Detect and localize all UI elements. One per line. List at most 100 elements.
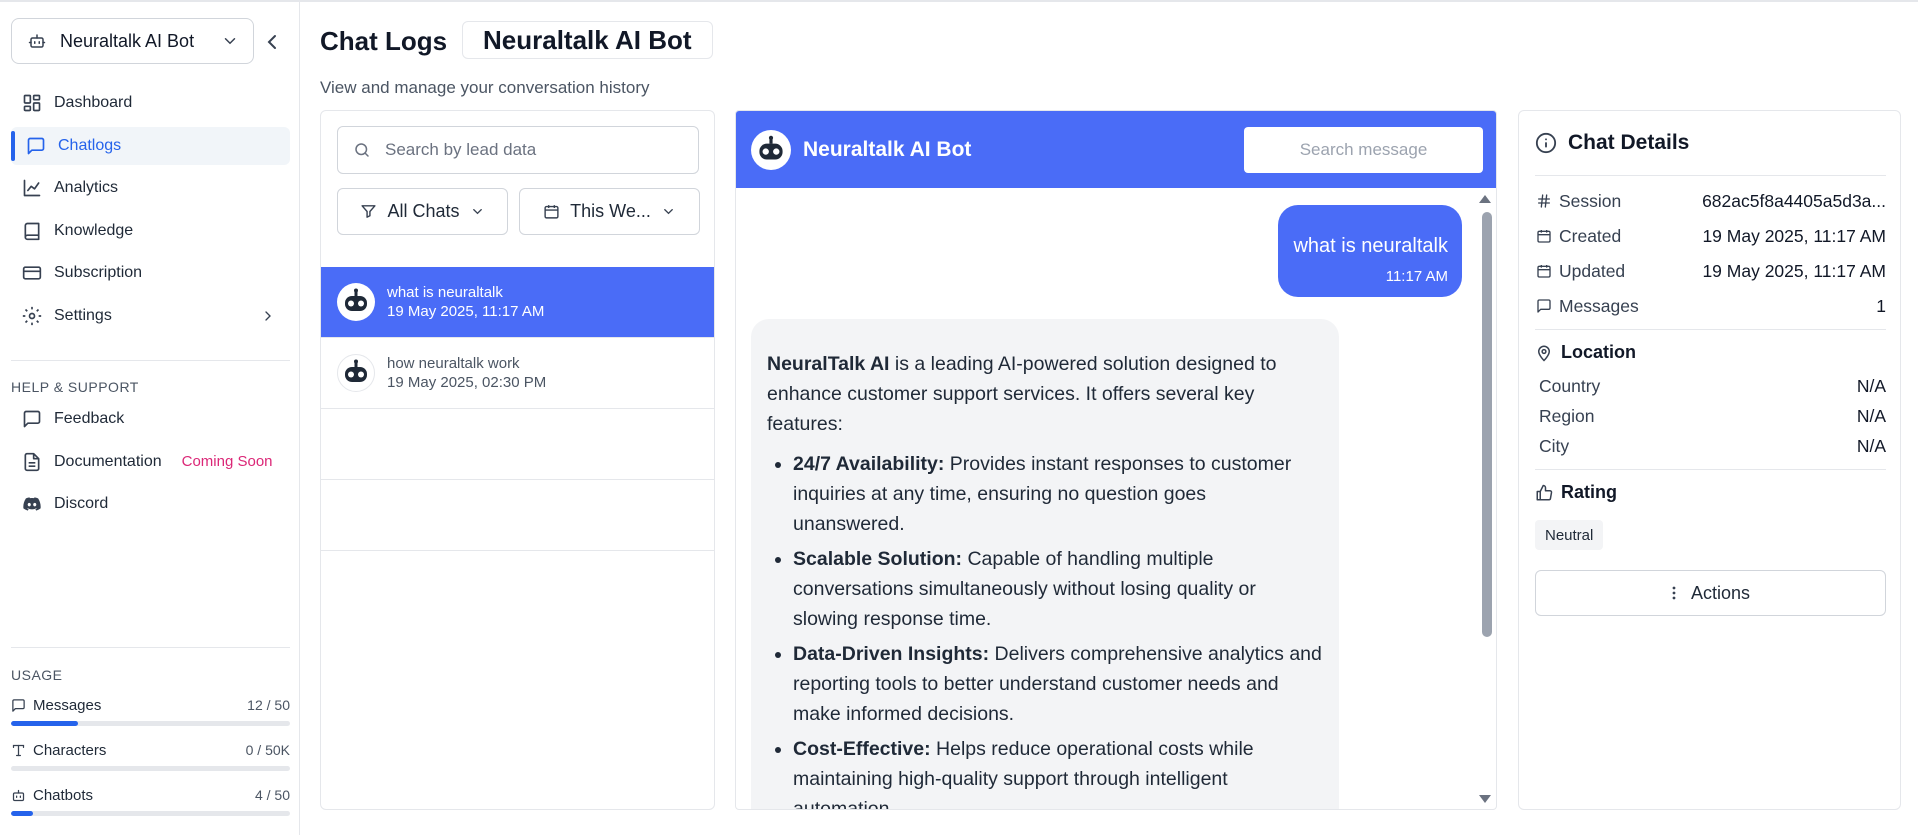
nav-item-subscription[interactable]: Subscription bbox=[11, 254, 290, 292]
usage-stats: Messages 12 / 50 Characters 0 / 50K Chat… bbox=[11, 695, 290, 830]
nav-item-documentation[interactable]: Documentation Coming Soon bbox=[11, 443, 290, 481]
detail-row-updated: Updated 19 May 2025, 11:17 AM bbox=[1535, 259, 1886, 283]
bot-avatar bbox=[337, 283, 375, 321]
help-nav: Feedback Documentation Coming Soon Disco… bbox=[11, 400, 290, 528]
collapse-sidebar-button[interactable] bbox=[262, 30, 282, 54]
messages-count: 1 bbox=[1876, 295, 1886, 316]
rating-title: Rating bbox=[1561, 482, 1617, 502]
detail-row-messages: Messages 1 bbox=[1535, 294, 1886, 318]
conversation-header: Neuraltalk AI Bot bbox=[736, 111, 1496, 188]
nav-item-chatlogs[interactable]: Chatlogs bbox=[11, 126, 290, 165]
actions-label: Actions bbox=[1690, 582, 1751, 603]
bot-avatar bbox=[337, 354, 375, 392]
details-header: Chat Details bbox=[1535, 131, 1689, 155]
type-icon bbox=[11, 743, 29, 758]
bot-avatar bbox=[751, 129, 791, 170]
filter-icon bbox=[360, 203, 377, 220]
nav-label: Feedback bbox=[54, 410, 125, 427]
feature-title: Data-Driven Insights: bbox=[793, 643, 990, 665]
updated-value: 19 May 2025, 11:17 AM bbox=[1702, 260, 1886, 281]
message-search-box[interactable] bbox=[1244, 127, 1483, 173]
chat-filter-dropdown[interactable]: All Chats bbox=[337, 188, 508, 235]
bot-selector-label: Neuraltalk AI Bot bbox=[60, 30, 195, 51]
hash-icon bbox=[1535, 193, 1553, 209]
chat-item-title: how neuraltalk work bbox=[387, 355, 520, 372]
detail-label: Messages bbox=[1559, 295, 1639, 316]
help-section-title: HELP & SUPPORT bbox=[11, 379, 139, 395]
scroll-down-arrow[interactable] bbox=[1479, 795, 1491, 803]
location-label: City bbox=[1539, 436, 1570, 456]
chart-line-icon bbox=[21, 177, 43, 199]
details-title: Chat Details bbox=[1568, 131, 1690, 154]
location-header: Location bbox=[1535, 342, 1636, 363]
bot-selector[interactable]: Neuraltalk AI Bot bbox=[11, 18, 254, 64]
location-title: Location bbox=[1561, 342, 1636, 362]
info-icon bbox=[1535, 132, 1557, 154]
nav-item-analytics[interactable]: Analytics bbox=[11, 169, 290, 207]
more-vertical-icon bbox=[1671, 585, 1677, 601]
lead-search-box[interactable] bbox=[337, 126, 699, 174]
chat-list-item[interactable]: how neuraltalk work 19 May 2025, 02:30 P… bbox=[321, 338, 714, 409]
location-label: Country bbox=[1539, 376, 1601, 396]
message-search-input[interactable] bbox=[1253, 140, 1474, 160]
nav-label: Settings bbox=[54, 306, 112, 324]
map-pin-icon bbox=[1535, 344, 1553, 362]
location-label: Region bbox=[1539, 406, 1595, 426]
nav-label: Chatlogs bbox=[58, 136, 122, 154]
usage-progress-bar bbox=[11, 766, 290, 771]
feature-item: Cost-Effective: Helps reduce operational… bbox=[793, 734, 1323, 809]
chat-list-item-placeholder bbox=[321, 480, 714, 551]
message-icon bbox=[11, 698, 29, 713]
nav-label: Documentation bbox=[54, 452, 162, 470]
rating-badge: Neutral bbox=[1535, 520, 1604, 550]
detail-label: Session bbox=[1559, 190, 1622, 211]
date-filter-dropdown[interactable]: This We... bbox=[519, 188, 700, 235]
usage-value: 4 / 50 bbox=[254, 787, 290, 803]
conversation-panel: Neuraltalk AI Bot what is neuraltalk 11:… bbox=[735, 110, 1497, 810]
bot-name-badge: Neuraltalk AI Bot bbox=[462, 21, 713, 59]
usage-value: 12 / 50 bbox=[247, 697, 290, 713]
divider bbox=[1535, 329, 1886, 330]
chat-item-title: what is neuraltalk bbox=[387, 284, 503, 301]
nav-item-knowledge[interactable]: Knowledge bbox=[11, 212, 290, 250]
discord-icon bbox=[21, 493, 43, 515]
nav-item-discord[interactable]: Discord bbox=[11, 485, 290, 523]
chat-item-date: 19 May 2025, 11:17 AM bbox=[387, 303, 545, 320]
document-icon bbox=[21, 451, 43, 473]
search-icon bbox=[353, 141, 371, 159]
usage-section-title: USAGE bbox=[11, 667, 63, 683]
feature-item: Scalable Solution: Capable of handling m… bbox=[793, 544, 1323, 634]
detail-row-created: Created 19 May 2025, 11:17 AM bbox=[1535, 224, 1886, 248]
scroll-up-arrow[interactable] bbox=[1479, 195, 1491, 203]
chat-list-item[interactable]: what is neuraltalk 19 May 2025, 11:17 AM bbox=[321, 267, 714, 338]
user-message-time: 11:17 AM bbox=[1385, 268, 1448, 285]
conversation-title: Neuraltalk AI Bot bbox=[803, 137, 972, 161]
usage-progress-bar bbox=[11, 721, 290, 726]
credit-card-icon bbox=[21, 262, 43, 284]
location-row-country: Country N/A bbox=[1539, 376, 1886, 397]
dashboard-icon bbox=[21, 92, 43, 114]
usage-value: 0 / 50K bbox=[245, 742, 290, 758]
rating-header: Rating bbox=[1535, 482, 1617, 503]
user-message-bubble: what is neuraltalk 11:17 AM bbox=[1278, 205, 1462, 297]
scrollbar-thumb[interactable] bbox=[1482, 212, 1492, 637]
location-value: N/A bbox=[1856, 376, 1886, 396]
date-filter-label: This We... bbox=[570, 201, 651, 221]
nav-item-dashboard[interactable]: Dashboard bbox=[11, 84, 290, 122]
feature-list: 24/7 Availability: Provides instant resp… bbox=[767, 449, 1323, 809]
usage-progress-fill bbox=[11, 811, 34, 816]
nav-item-settings[interactable]: Settings bbox=[11, 297, 290, 335]
nav-item-feedback[interactable]: Feedback bbox=[11, 400, 290, 438]
lead-search-input[interactable] bbox=[385, 140, 685, 160]
actions-button[interactable]: Actions bbox=[1535, 570, 1886, 616]
divider bbox=[1535, 175, 1886, 176]
bot-icon bbox=[11, 788, 29, 803]
usage-row-chatbots: Chatbots 4 / 50 bbox=[11, 785, 290, 830]
usage-row-characters: Characters 0 / 50K bbox=[11, 740, 290, 785]
location-value: N/A bbox=[1856, 436, 1886, 456]
message-icon bbox=[1535, 298, 1553, 314]
chat-list-item-placeholder bbox=[321, 409, 714, 480]
chat-list-panel: All Chats This We... what is neuraltalk … bbox=[320, 110, 715, 810]
sidebar: Neuraltalk AI Bot Dashboard Chatlogs Ana… bbox=[0, 2, 300, 835]
usage-label: Chatbots bbox=[33, 786, 94, 804]
